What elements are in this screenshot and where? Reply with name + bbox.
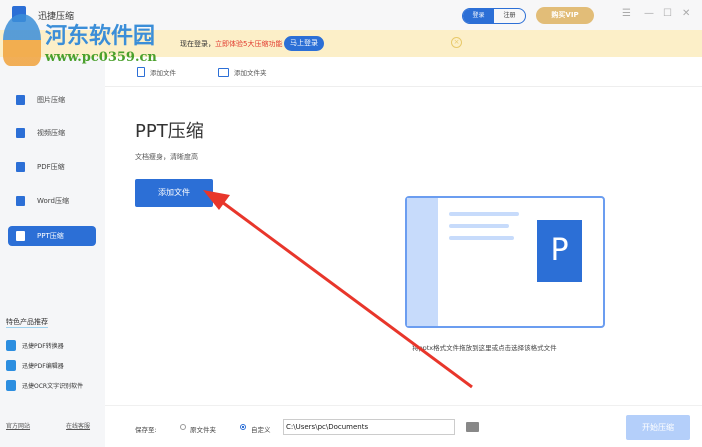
red-arrow-annotation	[203, 190, 473, 389]
arrow-shaft	[221, 200, 473, 389]
arrow-head	[203, 190, 230, 210]
